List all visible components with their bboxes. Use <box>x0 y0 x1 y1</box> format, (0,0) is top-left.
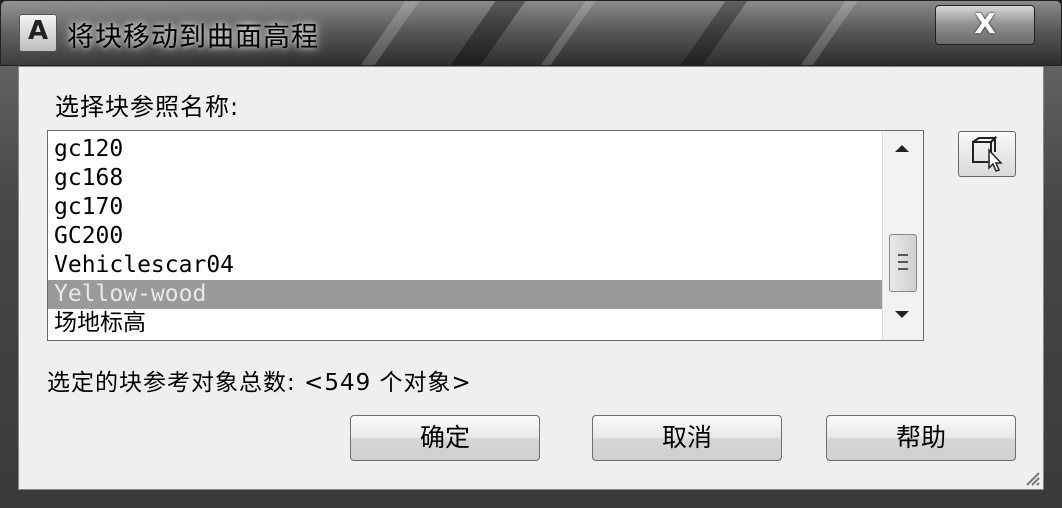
list-items: gc120 gc168 gc170 GC200 Vehiclescar04 Ye… <box>48 135 883 338</box>
ok-button[interactable]: 确定 <box>350 415 540 461</box>
title-bar-streak <box>529 1 603 65</box>
vertical-scrollbar[interactable] <box>882 131 923 340</box>
title-bar-streak <box>789 1 865 65</box>
autocad-app-icon[interactable]: A <box>19 14 57 52</box>
select-block-label: 选择块参照名称: <box>55 93 240 121</box>
title-bar[interactable]: A 将块移动到曲面高程 X <box>0 0 1062 66</box>
list-item[interactable]: gc168 <box>48 164 883 193</box>
dialog-client-area: 选择块参照名称: gc120 gc168 gc170 GC200 Vehicle… <box>18 66 1044 490</box>
close-button[interactable]: X <box>935 5 1035 45</box>
cancel-button[interactable]: 取消 <box>592 415 782 461</box>
window-title: 将块移动到曲面高程 <box>67 22 319 53</box>
resize-grip-icon[interactable] <box>1021 467 1041 487</box>
list-item[interactable]: 场地标高 <box>48 309 883 338</box>
scrollbar-thumb[interactable] <box>889 234 917 292</box>
title-bar-streak <box>349 1 427 65</box>
grip-line <box>898 268 908 270</box>
grip-line <box>898 254 908 256</box>
list-item-selected[interactable]: Yellow-wood <box>48 280 883 309</box>
block-name-listbox[interactable]: gc120 gc168 gc170 GC200 Vehiclescar04 Ye… <box>47 130 924 341</box>
list-item[interactable]: gc170 <box>48 193 883 222</box>
list-item[interactable]: GC200 <box>48 222 883 251</box>
scroll-up-arrow-icon[interactable] <box>895 145 909 152</box>
title-bar-streak <box>669 1 755 65</box>
dialog-window: A 将块移动到曲面高程 X 选择块参照名称: gc120 gc168 gc170… <box>0 0 1062 508</box>
select-objects-cursor-icon <box>972 135 1003 172</box>
help-button[interactable]: 帮助 <box>826 415 1016 461</box>
scroll-down-arrow-icon[interactable] <box>895 311 909 318</box>
select-objects-button[interactable] <box>958 131 1016 177</box>
close-icon: X <box>974 7 996 40</box>
title-bar-streak <box>439 1 533 65</box>
selected-count-text: 选定的块参考对象总数: <549 个对象> <box>47 370 472 396</box>
list-item[interactable]: Vehiclescar04 <box>48 251 883 280</box>
grip-line <box>898 261 908 263</box>
list-item[interactable]: gc120 <box>48 135 883 164</box>
